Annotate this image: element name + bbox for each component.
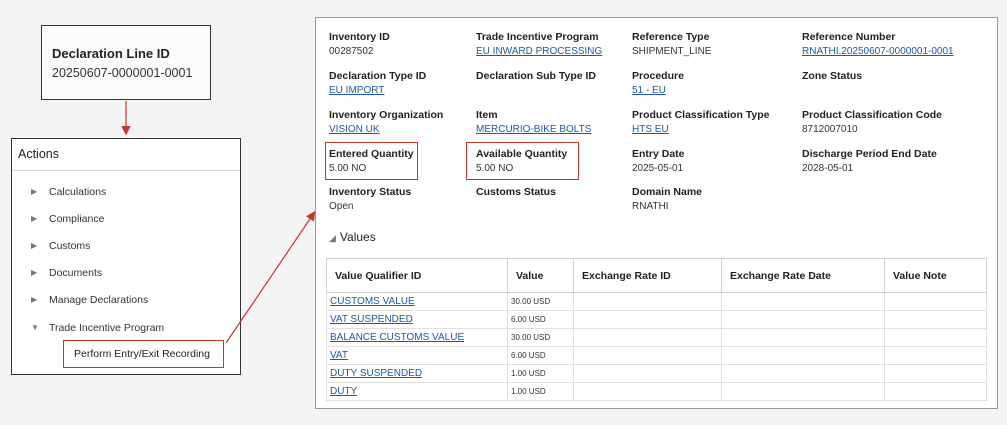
arrow-icon [225,211,316,344]
connector-arrows [121,101,316,344]
